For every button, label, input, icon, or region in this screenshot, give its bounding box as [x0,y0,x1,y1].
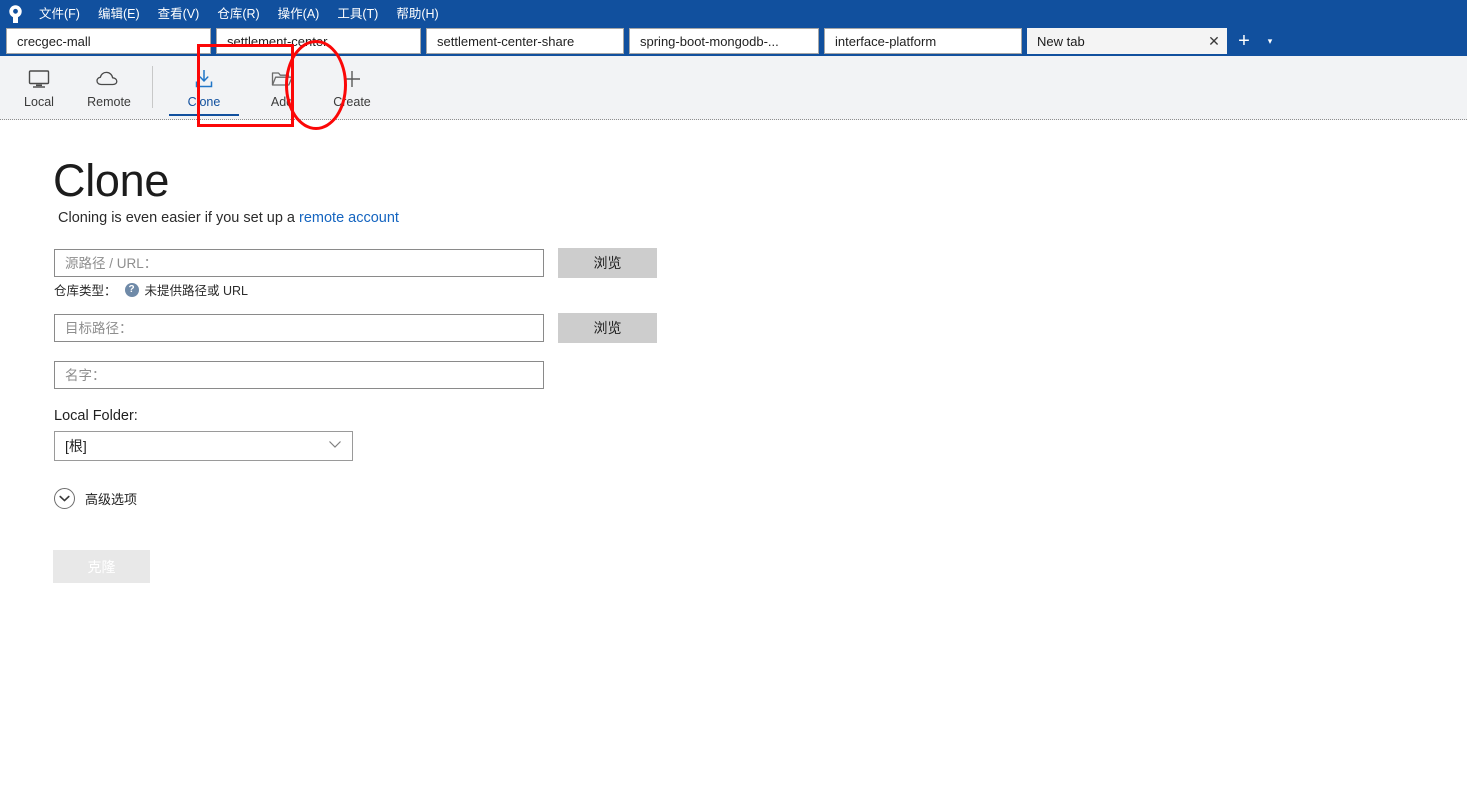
destination-path-browse-button[interactable]: 浏览 [558,313,657,343]
tab-strip: crecgec-mall settlement-center settlemen… [0,28,1467,56]
tab-crecgec-mall[interactable]: crecgec-mall [6,28,211,54]
tab-settlement-center-share[interactable]: settlement-center-share [426,28,624,54]
menu-item-help[interactable]: 帮助(H) [387,0,447,28]
tab-interface-platform[interactable]: interface-platform [824,28,1022,54]
remote-account-link[interactable]: remote account [299,210,399,226]
tab-label: spring-boot-mongodb-... [640,33,779,49]
page-subtitle: Cloning is even easier if you set up a r… [58,210,399,226]
help-icon[interactable]: ? [124,282,139,297]
new-tab-button[interactable]: + [1231,28,1257,54]
chevron-down-icon [328,440,342,452]
tab-label: settlement-center [227,33,328,49]
main-toolbar: Local Remote Clone Add Create [0,56,1467,120]
tab-settlement-center[interactable]: settlement-center [216,28,421,54]
menu-bar: 文件(F) 编辑(E) 查看(V) 仓库(R) 操作(A) 工具(T) 帮助(H… [30,0,448,28]
folder-icon [270,66,294,92]
menu-item-tools[interactable]: 工具(T) [328,0,387,28]
tab-label: crecgec-mall [17,33,91,49]
tab-list-chevron-down-icon[interactable]: ▾ [1259,28,1281,54]
tab-label: New tab [1037,33,1085,49]
name-input[interactable] [54,361,544,389]
close-icon[interactable]: ✕ [1203,29,1225,53]
toolbar-label: Remote [87,95,131,109]
toolbar-button-local[interactable]: Local [4,56,74,118]
destination-path-row: 浏览 [54,313,657,343]
destination-path-input[interactable] [54,314,544,342]
local-folder-value: [根] [65,438,87,454]
advanced-options-label: 高级选项 [85,492,138,507]
menu-item-file[interactable]: 文件(F) [30,0,89,28]
repo-type-hint: 仓库类型： ? 未提供路径或 URL [54,280,248,299]
monitor-icon [27,66,51,92]
cloud-icon [95,66,123,92]
menu-item-edit[interactable]: 编辑(E) [89,0,149,28]
menu-item-view[interactable]: 查看(V) [149,0,209,28]
tab-spring-boot-mongodb[interactable]: spring-boot-mongodb-... [629,28,819,54]
source-path-browse-button[interactable]: 浏览 [558,248,657,278]
name-row [54,361,544,389]
toolbar-button-add[interactable]: Add [247,56,317,118]
repo-type-label: 仓库类型： [54,284,117,298]
local-folder-label: Local Folder: [54,408,138,424]
tab-label: interface-platform [835,33,937,49]
clone-submit-button[interactable]: 克隆 [53,550,150,583]
source-path-input[interactable] [54,249,544,277]
toolbar-label: Local [24,95,54,109]
toolbar-button-clone[interactable]: Clone [161,56,247,118]
toolbar-label: Clone [187,95,221,109]
download-icon [193,66,215,92]
sourcetree-keyhole-icon [8,4,22,23]
source-path-row: 浏览 [54,248,657,278]
repo-type-status: 未提供路径或 URL [144,284,248,298]
tab-new-tab[interactable]: New tab ✕ [1027,28,1227,54]
toolbar-label: Create [333,95,371,109]
clone-page: Clone Cloning is even easier if you set … [0,120,1467,805]
title-bar: 文件(F) 编辑(E) 查看(V) 仓库(R) 操作(A) 工具(T) 帮助(H… [0,0,1467,28]
plus-icon [341,66,363,92]
menu-item-actions[interactable]: 操作(A) [269,0,329,28]
toolbar-label: Add [270,95,294,109]
advanced-options-toggle[interactable]: 高级选项 [54,488,137,509]
app-logo [0,0,30,28]
chevron-down-circle-icon [54,488,75,509]
local-folder-select[interactable]: [根] [54,431,353,461]
tab-label: settlement-center-share [437,33,575,49]
menu-item-repository[interactable]: 仓库(R) [208,0,268,28]
subtitle-text: Cloning is even easier if you set up a [58,210,299,226]
toolbar-button-remote[interactable]: Remote [74,56,144,118]
toolbar-divider [152,66,153,108]
toolbar-button-create[interactable]: Create [317,56,387,118]
page-title: Clone [53,155,170,206]
